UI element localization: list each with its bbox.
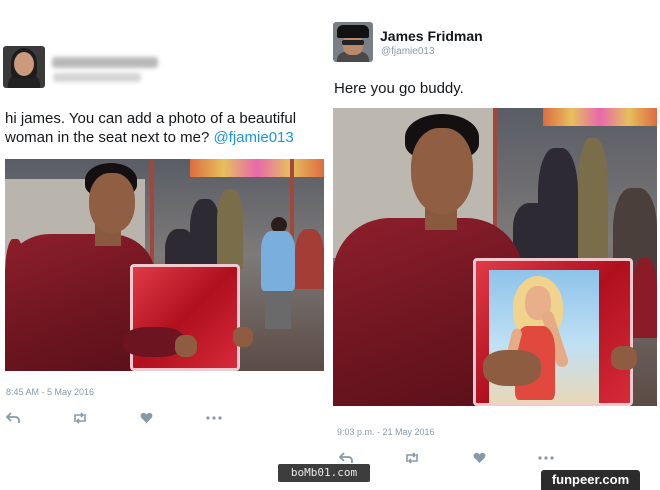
tweet-photo[interactable]	[333, 108, 657, 406]
more-icon[interactable]	[206, 416, 222, 420]
retweet-icon[interactable]	[72, 412, 88, 424]
like-icon[interactable]	[473, 452, 486, 464]
more-icon[interactable]	[538, 456, 554, 460]
retweet-icon[interactable]	[404, 452, 420, 464]
reply-icon[interactable]	[6, 412, 20, 424]
bomb01-watermark: boMb01.com	[278, 464, 370, 482]
tweet-text: hi james. You can add a photo of a beaut…	[5, 109, 327, 147]
tweet-photo[interactable]	[5, 159, 324, 371]
like-icon[interactable]	[140, 412, 153, 424]
user-handle[interactable]: @fjamie013	[381, 46, 435, 57]
reply-tweet: James Fridman @fjamie013 Here you go bud…	[330, 0, 660, 490]
user-avatar[interactable]	[333, 22, 373, 62]
tweet-timestamp[interactable]: 8:45 AM - 5 May 2016	[6, 387, 94, 397]
mention-link[interactable]: @fjamie013	[213, 129, 293, 146]
tweet-timestamp[interactable]: 9:03 p.m. - 21 May 2016	[337, 427, 435, 437]
blurred-handle	[53, 73, 141, 82]
display-name[interactable]: James Fridman	[380, 28, 483, 44]
blurred-display-name	[52, 57, 158, 68]
tweet-text: Here you go buddy.	[334, 80, 464, 97]
original-tweet: hi james. You can add a photo of a beaut…	[0, 0, 330, 490]
reply-icon[interactable]	[339, 452, 353, 464]
funpeer-watermark: funpeer.com	[541, 470, 640, 490]
user-avatar[interactable]	[3, 46, 45, 88]
